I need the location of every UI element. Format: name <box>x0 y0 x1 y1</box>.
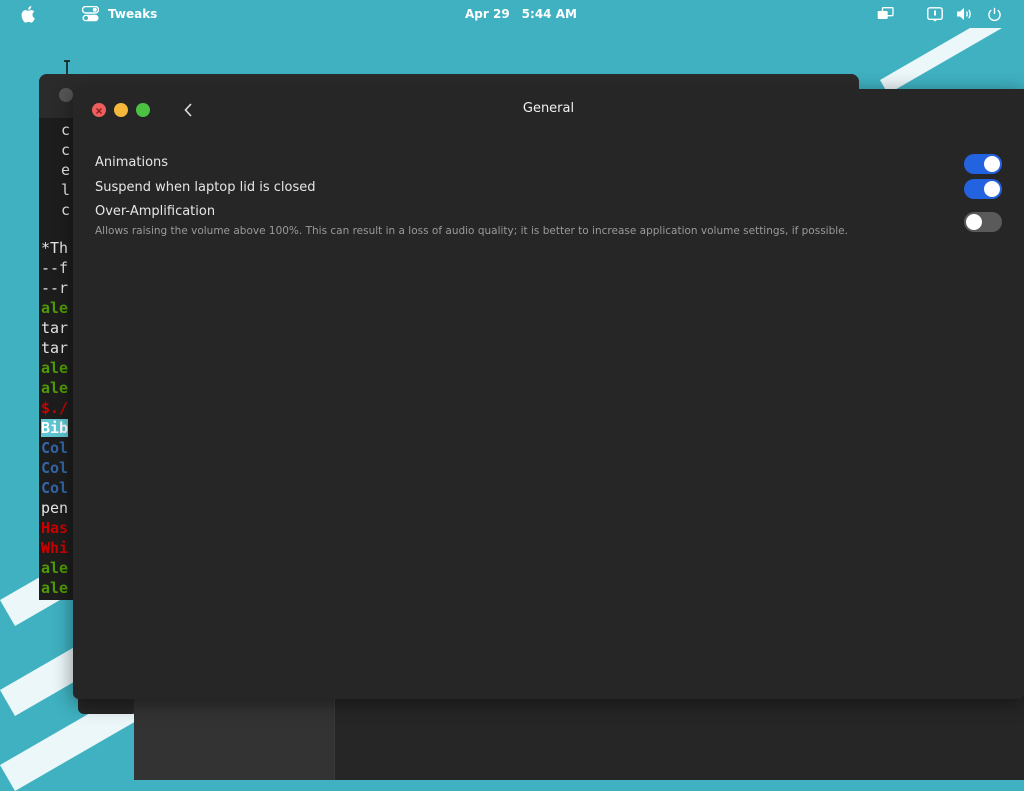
toggle-knob <box>966 214 982 230</box>
terminal-line: c <box>61 121 71 139</box>
terminal-line: $./ <box>41 399 69 417</box>
app-name: Tweaks <box>108 7 158 21</box>
terminal-line: Col <box>41 459 69 477</box>
suspend-lid-label: Suspend when laptop lid is closed <box>95 180 316 195</box>
terminal-line: ale <box>41 299 69 317</box>
terminal-line: ale <box>41 579 69 597</box>
terminal-line: tar <box>41 319 69 337</box>
terminal-line: --f <box>41 259 69 277</box>
background-window-sidebar <box>134 690 335 780</box>
highlighted-text: Bib <box>41 419 69 437</box>
terminal-output-top: c c e l c <box>61 120 70 220</box>
volume-icon <box>957 8 971 20</box>
top-bar: Tweaks Apr 29 5:44 AM <box>0 0 1024 28</box>
settings-window[interactable]: General Animations Suspend when laptop l… <box>73 89 1024 699</box>
over-amplification-description: Allows raising the volume above 100%. Th… <box>95 225 848 237</box>
terminal-line: ale <box>41 559 69 577</box>
terminal-line: Has <box>41 519 69 537</box>
time-label: 5:44 AM <box>521 7 577 21</box>
terminal-line-highlighted: Bib <box>41 418 69 438</box>
terminal-line: *Th <box>41 239 69 257</box>
terminal-line: c <box>61 201 71 219</box>
window-title: General <box>522 101 575 116</box>
toggle-knob <box>984 156 1000 172</box>
power-icon <box>988 7 1001 21</box>
date-label: Apr 29 <box>465 7 510 21</box>
over-amplification-toggle[interactable] <box>964 212 1002 232</box>
background-window[interactable] <box>134 690 1024 780</box>
apple-menu[interactable] <box>20 0 36 28</box>
power-menu[interactable] <box>987 0 1002 28</box>
terminal-line: --r <box>41 279 69 297</box>
terminal-line: Col <box>41 439 69 457</box>
terminal-output: *Th --f --r ale tar tar ale ale $./ Bib … <box>41 238 69 598</box>
app-menu[interactable]: Tweaks <box>82 0 157 28</box>
display-icon <box>877 7 894 19</box>
animations-toggle[interactable] <box>964 154 1002 174</box>
display-indicator[interactable] <box>877 0 894 28</box>
over-amplification-label: Over-Amplification <box>95 204 216 219</box>
animations-label: Animations <box>95 155 169 170</box>
terminal-close-button[interactable] <box>59 88 73 102</box>
notification-indicator[interactable] <box>927 0 943 28</box>
clock[interactable]: Apr 29 5:44 AM <box>465 0 577 28</box>
terminal-line: l <box>61 181 71 199</box>
terminal-line: ale <box>41 359 69 377</box>
terminal-line: c <box>61 141 71 159</box>
terminal-line: Col <box>41 479 69 497</box>
terminal-line: Whi <box>41 539 69 557</box>
terminal-line: e <box>61 161 71 179</box>
terminal-line: pen <box>41 499 69 517</box>
toggles-icon <box>82 6 99 22</box>
volume-indicator[interactable] <box>956 0 974 28</box>
suspend-lid-toggle[interactable] <box>964 179 1002 199</box>
terminal-line: tar <box>41 339 69 357</box>
terminal-line: ale <box>41 379 69 397</box>
notification-icon <box>927 6 943 21</box>
apple-icon <box>21 6 35 23</box>
toggle-knob <box>984 181 1000 197</box>
